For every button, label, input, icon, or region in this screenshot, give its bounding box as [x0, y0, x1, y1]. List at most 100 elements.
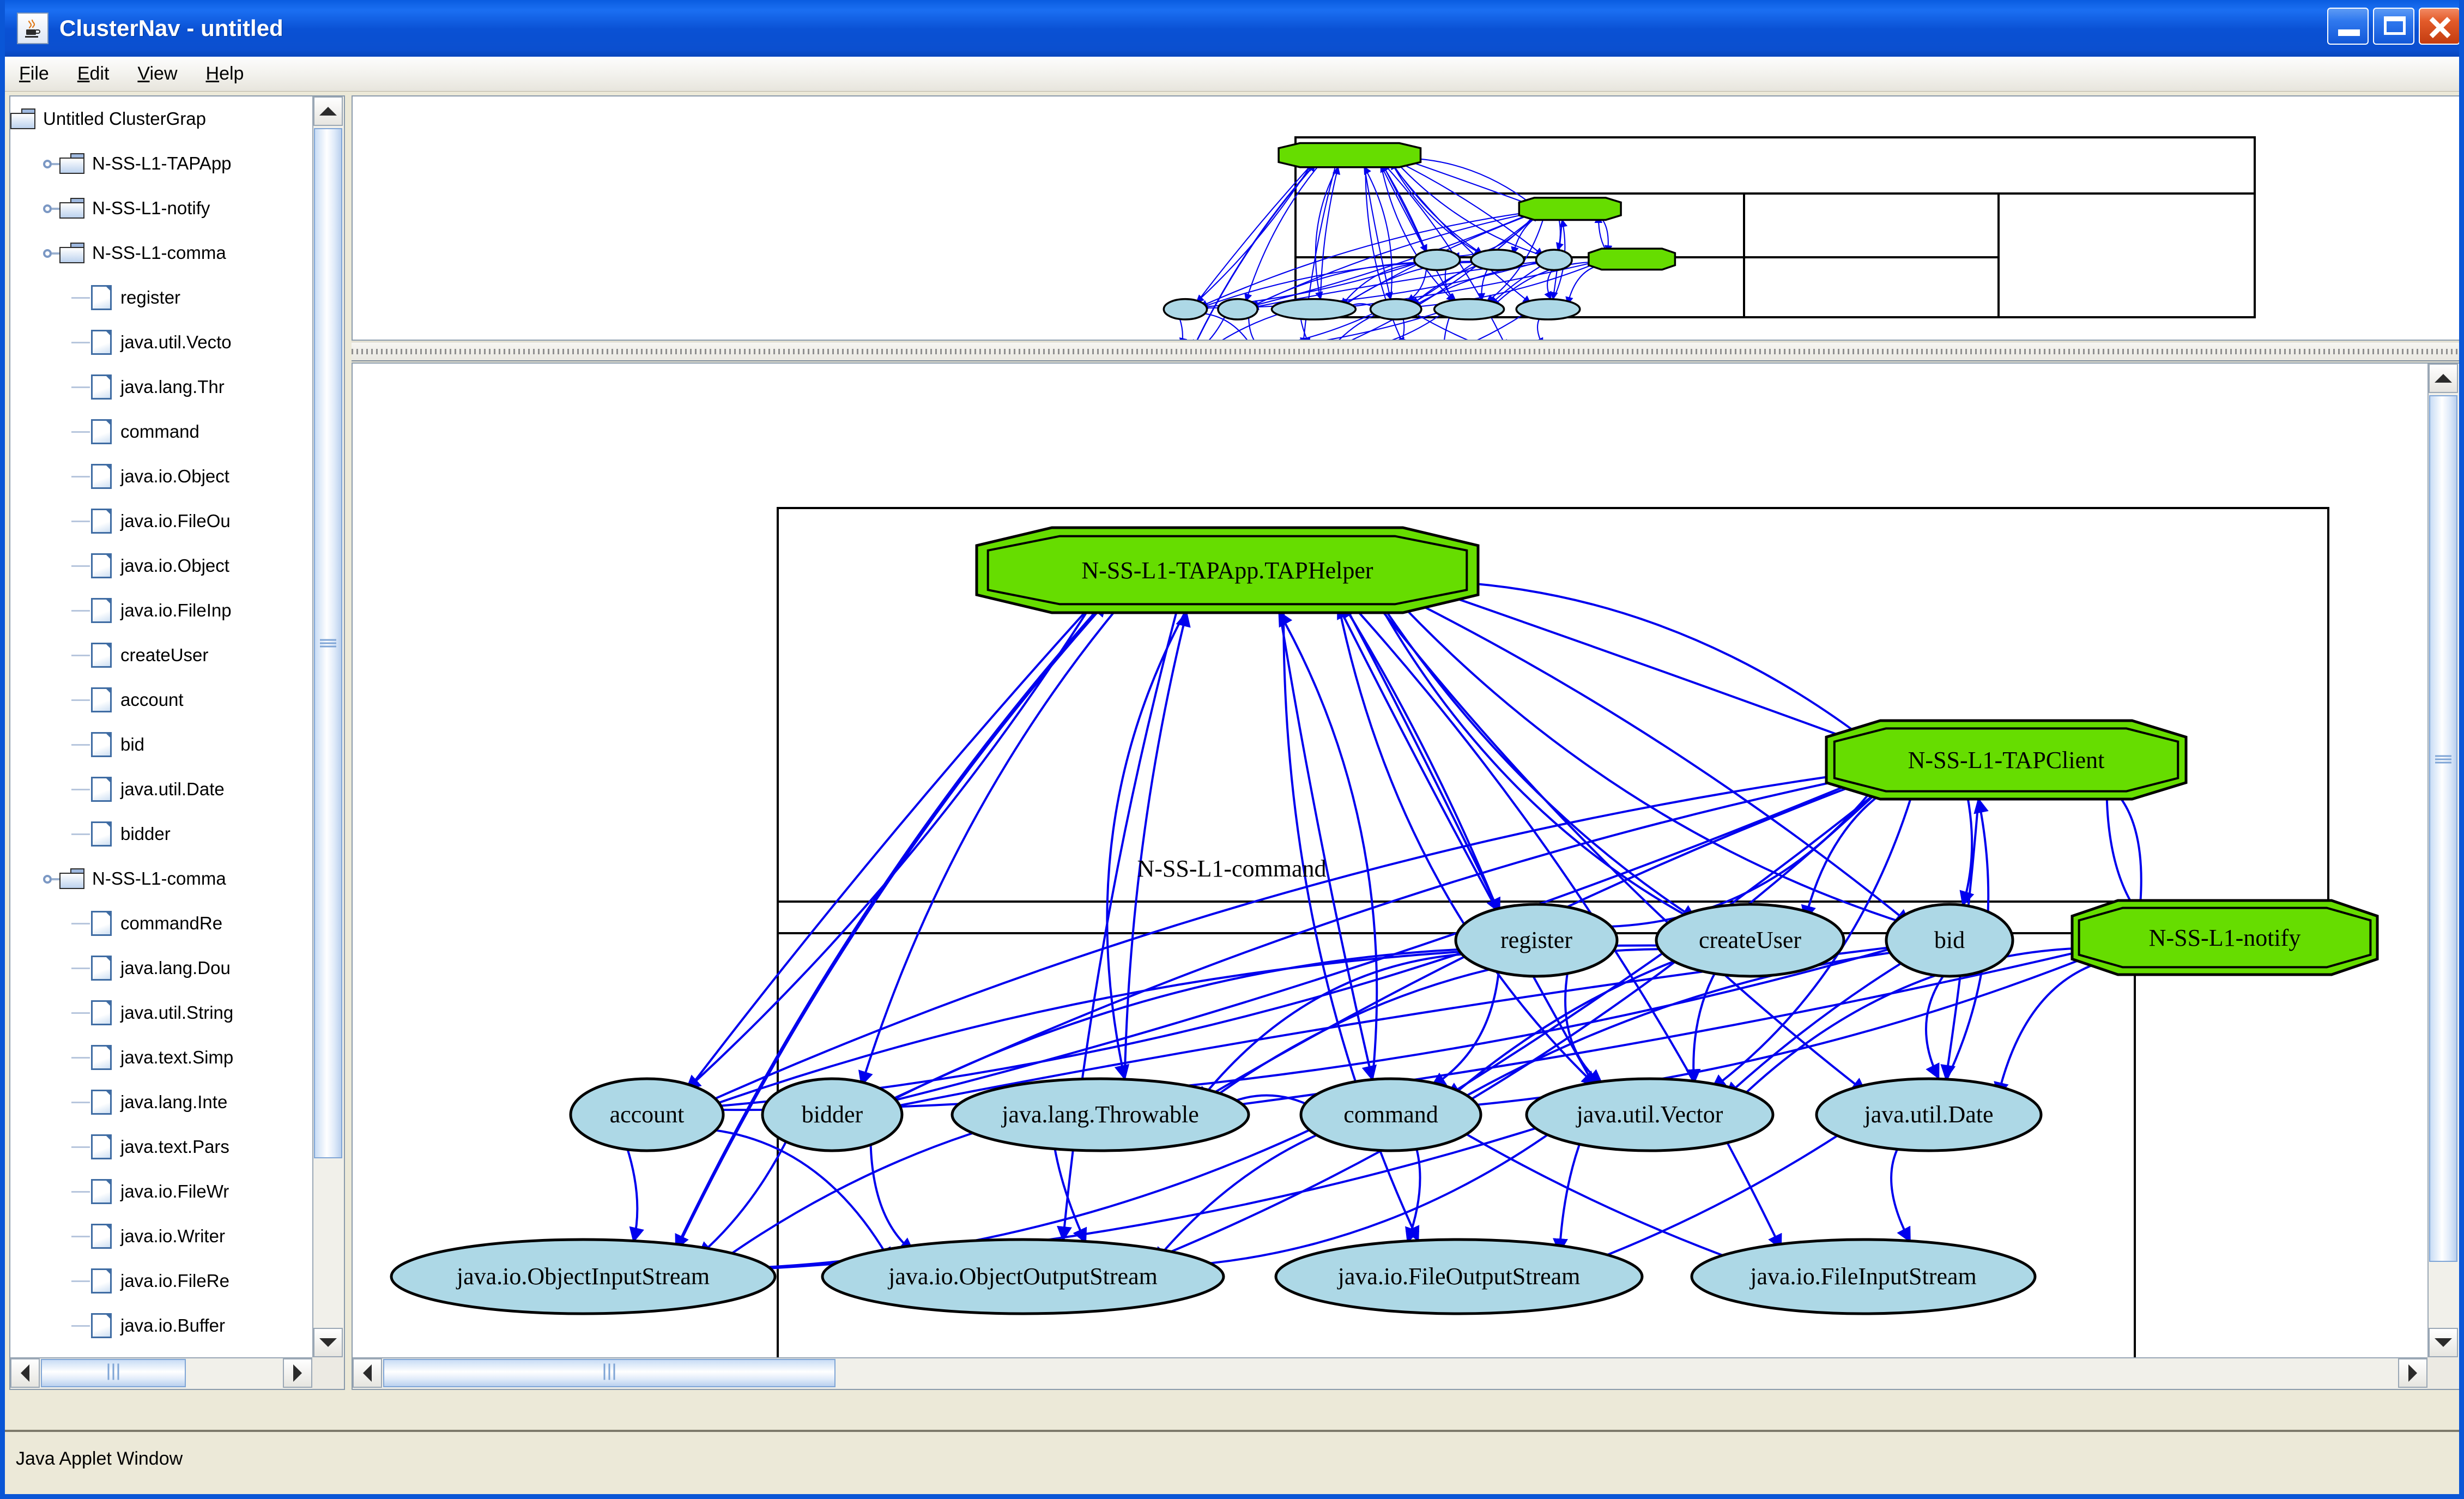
file-icon: [91, 419, 112, 444]
tree-file-12[interactable]: createUser: [10, 633, 313, 678]
graph-scroll-right-button[interactable]: [2398, 1358, 2427, 1388]
status-text: Java Applet Window: [16, 1448, 183, 1469]
tree-file-27[interactable]: java.io.Buffer: [10, 1303, 313, 1348]
chevron-left-icon: [363, 1364, 372, 1382]
file-icon: [91, 464, 112, 489]
tree-connector: [71, 1056, 90, 1059]
tree-folder-2[interactable]: N-SS-L1-notify: [10, 186, 313, 231]
graph-vertical-thumb[interactable]: [2429, 395, 2457, 1262]
tree-file-4[interactable]: register: [10, 275, 313, 320]
tree-horizontal-scrollbar[interactable]: [10, 1357, 312, 1389]
maximize-button[interactable]: [2373, 8, 2414, 45]
graph-scroll-left-button[interactable]: [353, 1358, 382, 1388]
tree-expand-handle[interactable]: [41, 155, 64, 172]
tree-collapse-handle[interactable]: [41, 871, 64, 887]
svg-text:java.util.Date: java.util.Date: [1863, 1101, 1993, 1128]
file-icon: [91, 687, 112, 712]
graph-canvas[interactable]: register createUser bid account bidder java.l…: [353, 364, 2429, 1359]
svg-text:bid: bid: [1934, 927, 1965, 953]
tree-scroll-down-button[interactable]: [313, 1328, 343, 1357]
tree-file-6[interactable]: java.lang.Thr: [10, 365, 313, 409]
tree-file-11[interactable]: java.io.FileInp: [10, 588, 313, 633]
graph-scrollbar-corner: [2427, 1357, 2459, 1389]
tree-file-25[interactable]: java.io.Writer: [10, 1214, 313, 1259]
tree-file-18[interactable]: commandRe: [10, 901, 313, 946]
tree-horizontal-thumb[interactable]: [41, 1359, 186, 1387]
tree-file-7[interactable]: command: [10, 409, 313, 454]
handle-knob-icon: [43, 160, 52, 168]
tree-file-19[interactable]: java.lang.Dou: [10, 946, 313, 990]
graph-scroll-up-button[interactable]: [2429, 364, 2458, 393]
graph-vertical-scrollbar[interactable]: [2427, 364, 2459, 1357]
file-icon: [91, 821, 112, 847]
file-icon: [91, 1000, 112, 1025]
tree-folder-17[interactable]: N-SS-L1-comma: [10, 856, 313, 901]
tree-connector: [71, 609, 90, 612]
minimize-button[interactable]: [2327, 8, 2369, 45]
graph-horizontal-thumb[interactable]: [383, 1359, 836, 1387]
menu-help[interactable]: Help: [192, 63, 258, 84]
menu-view[interactable]: View: [123, 63, 191, 84]
tree-item-label: java.io.FileWr: [120, 1181, 229, 1201]
tree-connector: [71, 1101, 90, 1103]
tree-file-24[interactable]: java.io.FileWr: [10, 1169, 313, 1214]
tree-connector: [71, 297, 90, 299]
tree-connector: [71, 565, 90, 567]
handle-knob-icon: [43, 875, 52, 884]
java-coffee-cup-icon: [17, 13, 49, 44]
tree-file-8[interactable]: java.io.Object: [10, 454, 313, 499]
tree-folder-0[interactable]: Untitled ClusterGrap: [10, 96, 313, 141]
tree-scroll-up-button[interactable]: [313, 96, 343, 126]
chevron-left-icon: [21, 1364, 29, 1382]
graph-horizontal-scrollbar[interactable]: [353, 1357, 2427, 1389]
tree-scroll-right-button[interactable]: [283, 1358, 312, 1388]
tree-vertical-scrollbar[interactable]: [312, 96, 344, 1357]
tree-file-20[interactable]: java.util.String: [10, 990, 313, 1035]
graph-scroll-down-button[interactable]: [2429, 1328, 2458, 1357]
tree-item-label: account: [120, 690, 184, 710]
tree-scroll-left-button[interactable]: [10, 1358, 40, 1388]
svg-text:N-SS-L1-TAPClient: N-SS-L1-TAPClient: [1908, 747, 2105, 773]
overview-canvas[interactable]: [353, 96, 2460, 340]
tree-folder-1[interactable]: N-SS-L1-TAPApp: [10, 141, 313, 186]
tree-collapse-handle[interactable]: [41, 245, 64, 261]
tree-expand-handle[interactable]: [41, 200, 64, 216]
tree-file-9[interactable]: java.io.FileOu: [10, 499, 313, 543]
graph-detail-panel[interactable]: register createUser bid account bidder java.l…: [352, 362, 2459, 1390]
svg-text:N-SS-L1-notify: N-SS-L1-notify: [2149, 924, 2301, 951]
graph-overview-panel[interactable]: [352, 95, 2460, 341]
tree-file-26[interactable]: java.io.FileRe: [10, 1259, 313, 1303]
cluster-tree[interactable]: Untitled ClusterGrap N-SS-L1-TAPApp N-SS-L…: [10, 96, 313, 1350]
tree-file-13[interactable]: account: [10, 678, 313, 722]
title-bar: ClusterNav - untitled: [5, 0, 2459, 57]
tree-item-label: java.io.Writer: [120, 1226, 225, 1246]
chevron-down-icon: [319, 1338, 337, 1347]
tree-file-15[interactable]: java.util.Date: [10, 767, 313, 812]
tree-file-22[interactable]: java.lang.Inte: [10, 1080, 313, 1125]
tree-connector: [71, 1325, 90, 1327]
tree-file-10[interactable]: java.io.Object: [10, 543, 313, 588]
tree-folder-3[interactable]: N-SS-L1-comma: [10, 231, 313, 275]
svg-text:java.io.FileOutputStream: java.io.FileOutputStream: [1337, 1263, 1581, 1290]
tree-file-21[interactable]: java.text.Simp: [10, 1035, 313, 1080]
close-button[interactable]: [2419, 8, 2459, 45]
folder-icon: [59, 243, 84, 263]
tree-item-label: java.lang.Dou: [120, 958, 231, 978]
menu-help-rest: elp: [219, 63, 244, 84]
split-pane-divider[interactable]: [352, 342, 2459, 361]
handle-knob-icon: [43, 249, 52, 258]
menu-file[interactable]: File: [5, 63, 63, 84]
tree-connector: [71, 1012, 90, 1014]
tree-vertical-thumb[interactable]: [314, 128, 342, 1158]
tree-file-16[interactable]: bidder: [10, 812, 313, 856]
menu-edit[interactable]: Edit: [63, 63, 124, 84]
tree-connector: [71, 833, 90, 835]
file-icon: [91, 374, 112, 400]
tree-file-14[interactable]: bid: [10, 722, 313, 767]
svg-text:java.io.FileInputStream: java.io.FileInputStream: [1749, 1263, 1976, 1290]
tree-file-5[interactable]: java.util.Vecto: [10, 320, 313, 365]
tree-item-label: bid: [120, 734, 145, 754]
divider-grip: [352, 342, 2459, 360]
maximize-icon: [2384, 16, 2406, 35]
tree-file-23[interactable]: java.text.Pars: [10, 1125, 313, 1169]
